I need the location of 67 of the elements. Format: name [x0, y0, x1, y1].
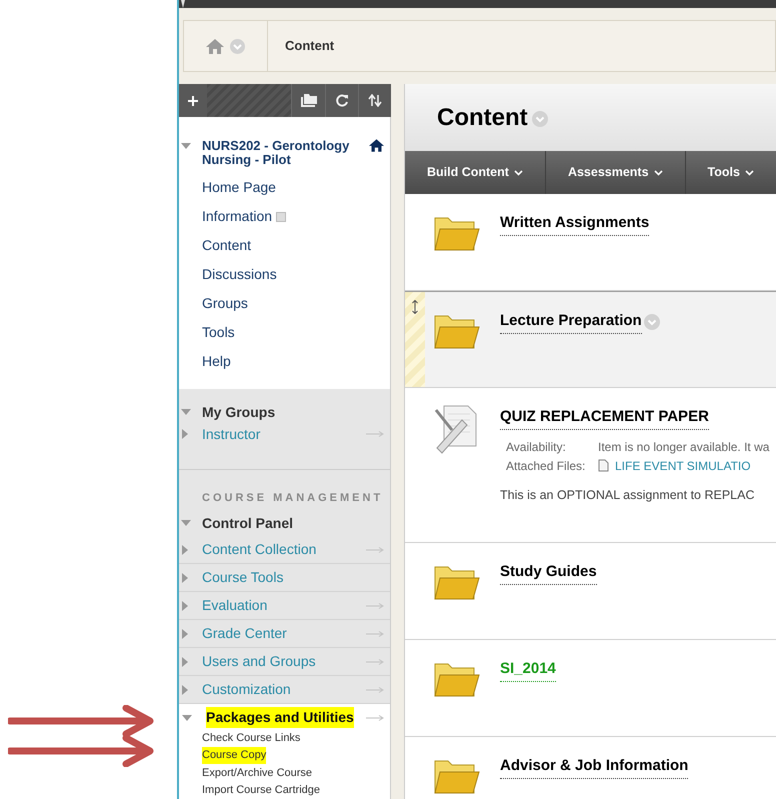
- folder-icon: [434, 216, 480, 252]
- detail-label: Availability:: [506, 438, 567, 456]
- expanded-triangle-icon[interactable]: [182, 714, 192, 720]
- home-icon[interactable]: [369, 139, 384, 152]
- menu-link[interactable]: Help: [202, 351, 231, 372]
- collapsed-triangle-icon[interactable]: [182, 656, 188, 666]
- file-link[interactable]: LIFE EVENT SIMULATIO: [615, 456, 751, 474]
- arrow-right-icon[interactable]: [366, 630, 384, 636]
- course-title[interactable]: NURS202 - Gerontology Nursing - Pilot: [202, 139, 369, 167]
- drag-handle-icon[interactable]: [412, 300, 418, 314]
- item-title-link[interactable]: Study Guides: [500, 561, 597, 584]
- collapsed-triangle-icon[interactable]: [182, 544, 188, 554]
- expanded-triangle-icon[interactable]: [181, 143, 191, 149]
- assignment-icon: [434, 404, 478, 454]
- menu-link[interactable]: Information: [202, 206, 272, 227]
- menu-link[interactable]: Check Course Links: [202, 730, 300, 746]
- chevron-down-icon: [654, 170, 663, 176]
- collapsed-triangle-icon[interactable]: [182, 684, 188, 694]
- folder-icon: [434, 565, 480, 601]
- menu-link[interactable]: Packages and Utilities: [206, 707, 354, 728]
- chevron-down-icon[interactable]: [532, 111, 548, 127]
- chevron-down-icon: [744, 170, 754, 176]
- section-heading: COURSE MANAGEMENT: [201, 491, 384, 506]
- item-title-link[interactable]: SI_2014: [500, 658, 556, 682]
- menu-link[interactable]: Discussions: [202, 264, 277, 285]
- item-title-link[interactable]: Written Assignments: [500, 212, 650, 236]
- chevron-down-icon: [514, 170, 523, 176]
- section-title[interactable]: My Groups: [202, 402, 276, 422]
- arrow-right-icon[interactable]: [366, 546, 384, 552]
- arrow-right-icon[interactable]: [366, 658, 384, 664]
- collapsed-triangle-icon[interactable]: [182, 600, 188, 610]
- arrow-right-icon[interactable]: [366, 602, 384, 608]
- menu-link[interactable]: Home Page: [202, 177, 276, 198]
- menu-link[interactable]: Export/Archive Course: [202, 764, 312, 781]
- item-title-link[interactable]: QUIZ REPLACEMENT PAPER: [500, 406, 709, 430]
- section-title[interactable]: Control Panel: [202, 512, 294, 534]
- collapsed-triangle-icon[interactable]: [182, 572, 188, 582]
- breadcrumb-label[interactable]: Content: [285, 36, 334, 56]
- expanded-triangle-icon[interactable]: [181, 409, 191, 415]
- chevron-down-icon[interactable]: [230, 38, 245, 54]
- item-title-link[interactable]: Advisor & Job Information: [500, 755, 688, 778]
- folder-icon: [434, 759, 480, 795]
- folder-icon: [434, 314, 480, 350]
- item-title-link[interactable]: Lecture Preparation: [500, 310, 642, 334]
- sort-icon: [368, 94, 382, 107]
- arrow-right-icon[interactable]: [366, 714, 384, 720]
- arrow-right-icon[interactable]: [366, 686, 384, 692]
- refresh-icon: [336, 94, 348, 107]
- arrow-right-icon[interactable]: [366, 431, 384, 437]
- module-icon: [276, 212, 286, 222]
- menu-link[interactable]: Content: [202, 235, 252, 256]
- collapsed-triangle-icon[interactable]: [182, 628, 188, 638]
- page-title: Content: [437, 102, 528, 132]
- folder-icon: [300, 94, 316, 107]
- chevron-down-icon[interactable]: [644, 314, 660, 330]
- menu-link[interactable]: Groups: [202, 293, 248, 314]
- folder-icon: [434, 662, 480, 698]
- pin-icon: [180, 0, 186, 8]
- plus-icon: [187, 94, 199, 106]
- file-icon: [598, 459, 609, 472]
- expanded-triangle-icon[interactable]: [181, 520, 191, 526]
- detail-label: Attached Files:: [506, 458, 586, 474]
- detail-value: Item is no longer available. It wa: [598, 438, 770, 456]
- item-description: This is an OPTIONAL assignment to REPLAC: [500, 486, 756, 504]
- collapsed-triangle-icon[interactable]: [182, 429, 188, 439]
- menu-link[interactable]: Tools: [202, 322, 235, 343]
- menu-link[interactable]: Import Course Cartridge: [202, 782, 320, 798]
